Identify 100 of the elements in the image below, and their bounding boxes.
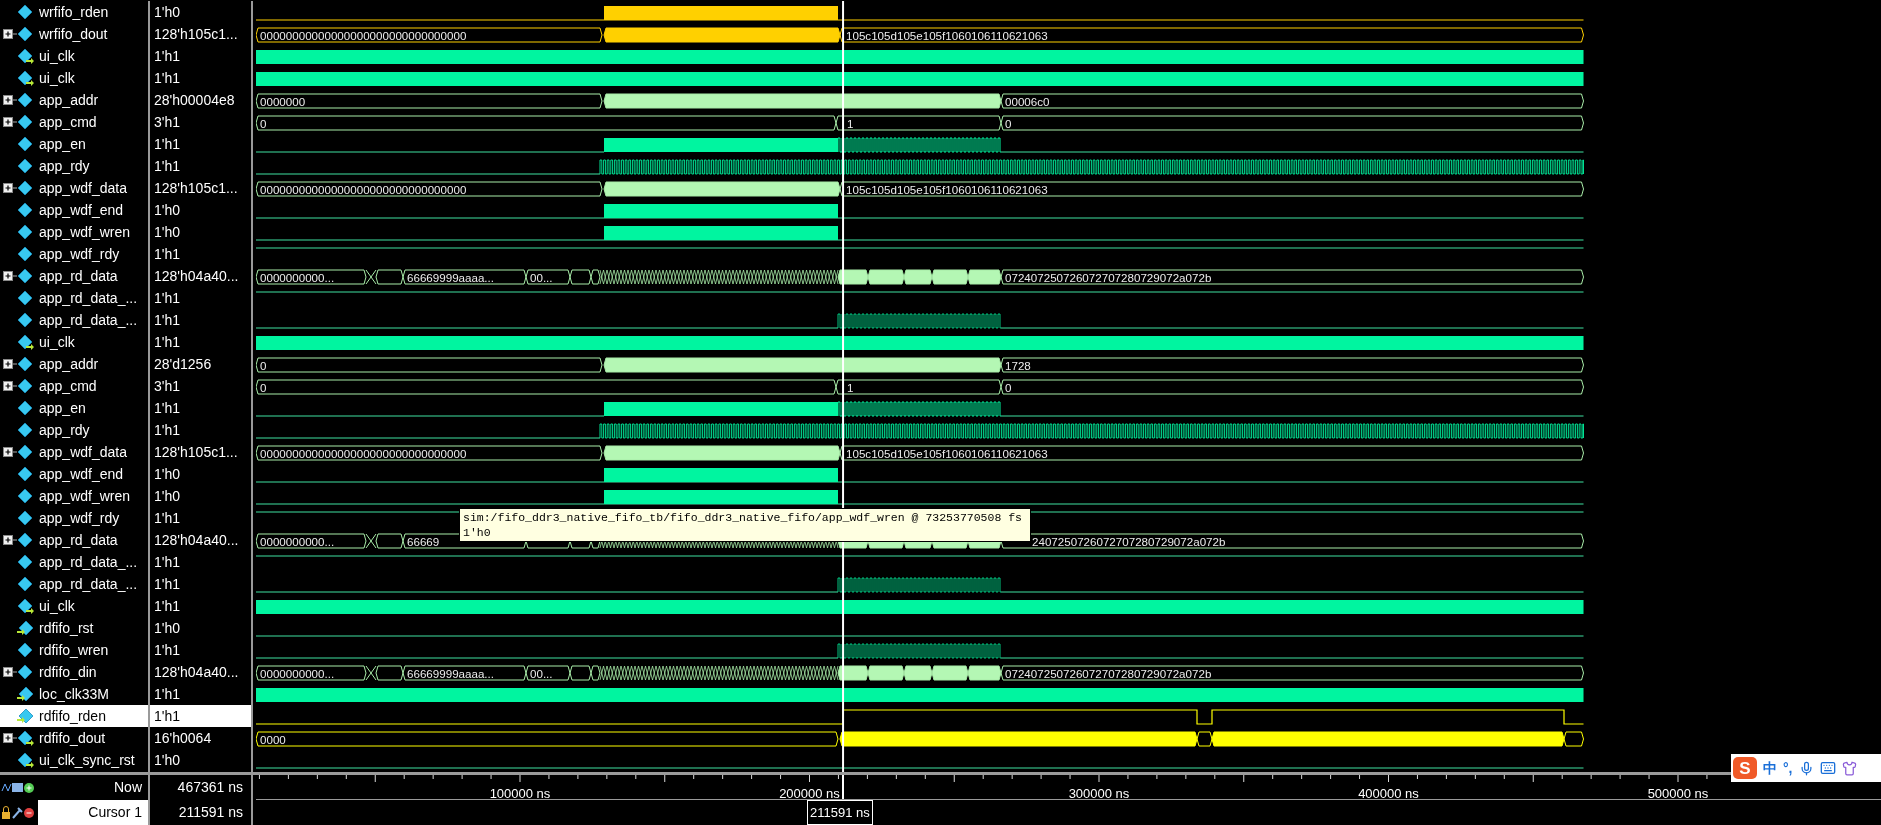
diamond-arrow-icon bbox=[17, 686, 33, 702]
signal-value: 128'h04a40... bbox=[153, 266, 240, 286]
signal-value: 1'h0 bbox=[153, 200, 182, 220]
shirt-icon[interactable] bbox=[1841, 760, 1857, 776]
signal-name: app_rd_data bbox=[39, 533, 118, 547]
expand-icon[interactable] bbox=[3, 95, 17, 105]
signal-value: 1'h1 bbox=[153, 398, 182, 418]
expand-icon[interactable] bbox=[3, 447, 17, 457]
bus-value: 2407250726072707280729072a072b bbox=[1032, 535, 1226, 548]
signal-name: rdfifo_wren bbox=[39, 643, 109, 657]
expand-icon[interactable] bbox=[3, 359, 17, 369]
signal-value: 3'h1 bbox=[153, 112, 182, 132]
signal-value: 1'h1 bbox=[153, 552, 182, 572]
cursor-row-label[interactable]: Cursor 1 bbox=[38, 800, 148, 825]
expand-icon[interactable] bbox=[3, 535, 17, 545]
wave-toolbar-icon[interactable] bbox=[1, 780, 35, 795]
expand-icon[interactable] bbox=[3, 29, 17, 39]
signal-name: ui_clk bbox=[39, 599, 75, 613]
signal-value: 128'h105c1... bbox=[153, 178, 239, 198]
diamond-icon bbox=[17, 268, 33, 284]
diamond-icon bbox=[17, 466, 33, 482]
bus-value: 00... bbox=[530, 667, 553, 680]
bus-value: 0 bbox=[1005, 117, 1012, 130]
bus-value: 0000000000... bbox=[260, 535, 335, 548]
cursor-line bbox=[842, 775, 845, 799]
bus-value: 1728 bbox=[1005, 359, 1031, 372]
time-label: 500000 ns bbox=[1647, 785, 1709, 803]
signal-name: rdfifo_dout bbox=[39, 731, 106, 745]
bus-value: 00000000000000000000000000000000 bbox=[260, 29, 467, 42]
signal-name: app_wdf_end bbox=[39, 467, 124, 481]
bus-value: 105c105d105e105f1060106110621063 bbox=[846, 183, 1048, 196]
cursor-time-label[interactable]: 211591 ns bbox=[807, 800, 873, 825]
diamond-icon bbox=[17, 444, 33, 460]
signal-value: 16'h0064 bbox=[153, 728, 213, 748]
signal-name: app_wdf_data bbox=[39, 445, 127, 459]
signal-value: 1'h1 bbox=[153, 640, 182, 660]
signal-name: app_rd_data_... bbox=[39, 577, 138, 591]
diamond-arrow-icon bbox=[17, 598, 35, 614]
expand-icon[interactable] bbox=[3, 271, 17, 281]
signal-name: app_rd_data_... bbox=[39, 555, 138, 569]
signal-value: 1'h0 bbox=[153, 222, 182, 242]
diamond-icon bbox=[17, 312, 33, 328]
signal-value: 128'h105c1... bbox=[153, 24, 239, 44]
diamond-arrow-icon bbox=[17, 70, 35, 86]
expand-icon[interactable] bbox=[3, 667, 17, 677]
diamond-icon bbox=[17, 356, 33, 372]
expand-icon[interactable] bbox=[3, 733, 17, 743]
bus-value: 105c105d105e105f1060106110621063 bbox=[846, 29, 1048, 42]
bus-value: 0 bbox=[1005, 381, 1012, 394]
time-label: 400000 ns bbox=[1358, 785, 1419, 803]
signal-name-cell[interactable]: rdfifo_rden bbox=[0, 705, 148, 727]
expand-icon[interactable] bbox=[3, 183, 17, 193]
diamond-icon bbox=[17, 246, 33, 262]
bus-value: 0000000000... bbox=[260, 271, 335, 284]
bus-value: 66669 bbox=[407, 535, 440, 548]
signal-name: app_rdy bbox=[39, 159, 90, 173]
signal-name: app_addr bbox=[39, 357, 99, 371]
signal-name: app_wdf_wren bbox=[39, 225, 131, 239]
bus-value: 66669999aaaa... bbox=[407, 667, 495, 680]
ime-mode-toggle[interactable]: 中 bbox=[1763, 761, 1777, 775]
diamond-arrow-icon bbox=[17, 48, 35, 64]
microphone-icon[interactable] bbox=[1798, 760, 1814, 776]
signal-name: app_wdf_wren bbox=[39, 489, 131, 503]
signal-value: 28'h00004e8 bbox=[153, 90, 236, 110]
signal-value: 1'h1 bbox=[153, 310, 182, 330]
diamond-icon bbox=[17, 290, 33, 306]
signal-value: 1'h1 bbox=[153, 68, 182, 88]
bus-value: 00006c0 bbox=[1005, 95, 1050, 108]
bus-value: 105c105d105e105f1060106110621063 bbox=[846, 447, 1048, 460]
bus-value: 66669999aaaa... bbox=[407, 271, 495, 284]
keyboard-icon[interactable] bbox=[1819, 760, 1836, 776]
signal-name: rdfifo_din bbox=[39, 665, 97, 679]
signal-name: ui_clk_sync_rst bbox=[39, 753, 135, 767]
signal-value: 1'h1 bbox=[153, 332, 182, 352]
signal-value: 1'h1 bbox=[153, 156, 182, 176]
diamond-icon bbox=[17, 664, 33, 680]
expand-icon[interactable] bbox=[3, 117, 17, 127]
signal-name: app_wdf_data bbox=[39, 181, 127, 195]
cursor-toolbar-icon[interactable] bbox=[1, 805, 35, 820]
signal-value: 1'h1 bbox=[153, 574, 182, 594]
signal-name: ui_clk bbox=[39, 71, 75, 85]
signal-name: app_wdf_end bbox=[39, 203, 124, 217]
diamond-icon bbox=[17, 114, 33, 130]
signal-name: app_en bbox=[39, 137, 86, 151]
cursor-row-label[interactable]: Now bbox=[38, 775, 148, 800]
diamond-icon bbox=[17, 554, 33, 570]
signal-value: 1'h1 bbox=[150, 705, 251, 727]
signal-name: app_wdf_rdy bbox=[39, 511, 120, 525]
signal-value: 1'h1 bbox=[153, 420, 182, 440]
signal-value: 28'd1256 bbox=[153, 354, 213, 374]
bus-value: 1 bbox=[847, 117, 854, 130]
signal-value: 1'h1 bbox=[153, 508, 182, 528]
signal-value: 1'h1 bbox=[153, 46, 182, 66]
expand-icon[interactable] bbox=[3, 381, 17, 391]
signal-name: app_rd_data_... bbox=[39, 291, 138, 305]
ime-mode-toggle[interactable]: °, bbox=[1783, 761, 1793, 775]
signal-value: 1'h0 bbox=[153, 464, 182, 484]
diamond-arrow-icon bbox=[17, 752, 35, 768]
signal-value: 1'h0 bbox=[153, 2, 182, 22]
signal-value: 128'h105c1... bbox=[153, 442, 239, 462]
